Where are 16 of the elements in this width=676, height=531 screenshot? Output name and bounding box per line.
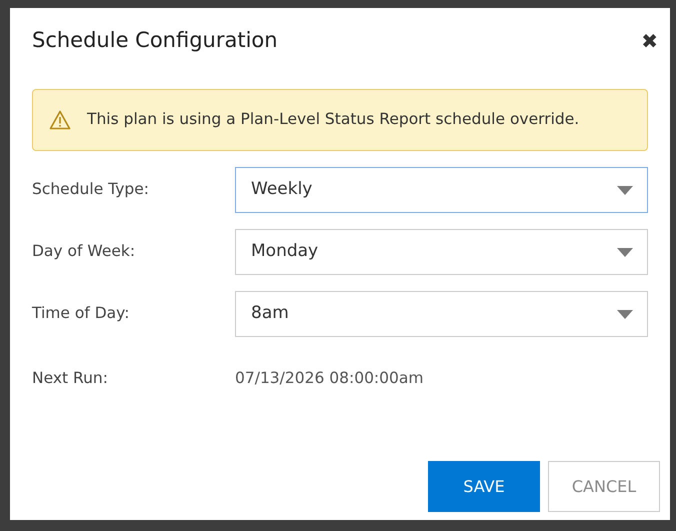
dialog-title: Schedule Configuration	[32, 28, 278, 54]
next-run-value: 07/13/2026 08:00:00am	[235, 368, 424, 389]
warning-icon	[49, 110, 71, 130]
dropdown-field[interactable]: Monday	[235, 229, 648, 275]
field-label: Day of Week:	[32, 241, 136, 262]
dropdown-field[interactable]: 8am	[235, 291, 648, 337]
caret-icon	[617, 310, 633, 318]
caret-icon	[617, 186, 633, 194]
warning-text: This plan is using a Plan-Level Status Report schedule override.	[87, 109, 580, 130]
dropdown-field[interactable]: Weekly	[235, 167, 648, 213]
caret-icon	[617, 248, 633, 256]
field-label: Time of Day:	[32, 303, 130, 324]
field-label: Next Run:	[32, 368, 109, 389]
close-button[interactable]: ✖	[641, 31, 658, 51]
save-button[interactable]: SAVE	[428, 461, 540, 512]
field-label: Schedule Type:	[32, 179, 150, 200]
